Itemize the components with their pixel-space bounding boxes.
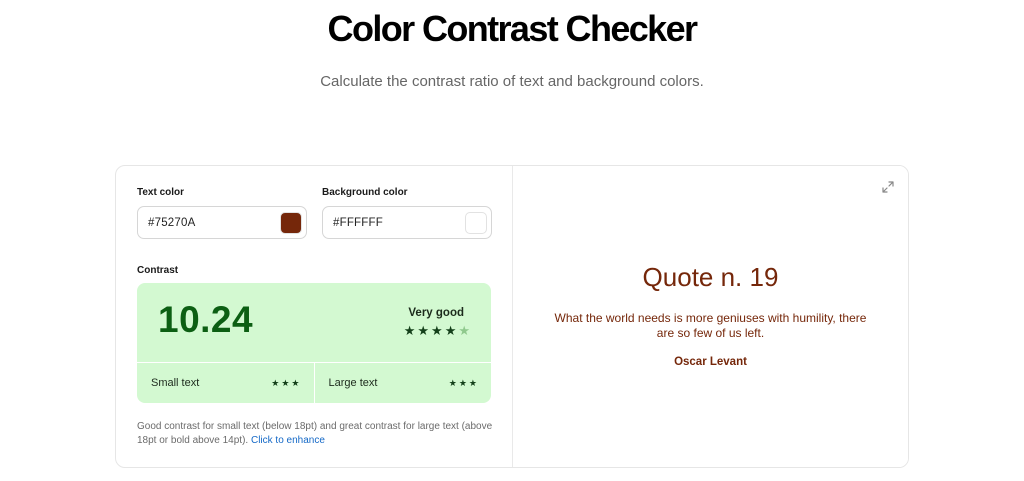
large-text-star-icon: ★: [468, 378, 477, 388]
small-text-star-icon: ★: [271, 378, 280, 388]
enhance-link[interactable]: Click to enhance: [251, 435, 325, 446]
preview-panel: Quote n. 19 What the world needs is more…: [513, 166, 908, 467]
quote-title: Quote n. 19: [642, 262, 779, 292]
small-text-stars: ★ ★ ★: [271, 377, 299, 389]
text-color-swatch[interactable]: [280, 211, 302, 234]
contrast-ratio: 10.24: [158, 299, 254, 340]
rating-star-icon: ★: [417, 323, 430, 338]
rating-star-icon: ★: [403, 323, 416, 338]
page-title: Color Contrast Checker: [327, 8, 698, 49]
expand-icon[interactable]: [882, 181, 894, 193]
small-text-star-icon: ★: [281, 378, 290, 388]
text-color-label: Text color: [137, 187, 185, 198]
small-text-result: Small text ★ ★ ★: [137, 363, 314, 403]
rating-stars: ★ ★ ★ ★ ★: [403, 323, 470, 338]
quote-author: Oscar Levant: [674, 356, 747, 368]
text-color-input[interactable]: #75270A: [137, 206, 307, 239]
background-color-value[interactable]: #FFFFFF: [333, 217, 465, 229]
small-text-star-icon: ★: [291, 378, 300, 388]
small-text-label: Small text: [151, 377, 200, 389]
large-text-star-icon: ★: [458, 378, 467, 388]
background-color-swatch[interactable]: [465, 211, 487, 234]
controls-panel: Text color #75270A Background color #FFF…: [116, 166, 513, 467]
rating-star-icon: ★: [444, 323, 457, 338]
background-color-label: Background color: [322, 187, 408, 198]
background-color-input[interactable]: #FFFFFF: [322, 206, 492, 239]
large-text-stars: ★ ★ ★: [449, 377, 477, 389]
rating-star-icon: ★: [458, 323, 470, 338]
rating-star-icon: ★: [431, 323, 443, 338]
text-size-results: Small text ★ ★ ★ Large text ★ ★ ★: [137, 362, 491, 403]
quote-text: What the world needs is more geniuses wi…: [554, 311, 867, 340]
checker-card: Text color #75270A Background color #FFF…: [115, 165, 909, 468]
large-text-label: Large text: [328, 377, 378, 389]
large-text-result: Large text ★ ★ ★: [313, 363, 492, 403]
large-text-star-icon: ★: [448, 378, 457, 388]
page: Color Contrast Checker Calculate the con…: [0, 0, 1024, 481]
contrast-note: Good contrast for small text (below 18pt…: [137, 420, 493, 448]
text-color-value[interactable]: #75270A: [148, 217, 280, 229]
contrast-label: Contrast: [137, 265, 179, 276]
contrast-rating: Very good: [408, 307, 464, 319]
page-subtitle: Calculate the contrast ratio of text and…: [320, 73, 704, 90]
contrast-result: 10.24 Very good ★ ★ ★ ★ ★ Small text ★ ★ ★ Lar…: [137, 283, 491, 403]
